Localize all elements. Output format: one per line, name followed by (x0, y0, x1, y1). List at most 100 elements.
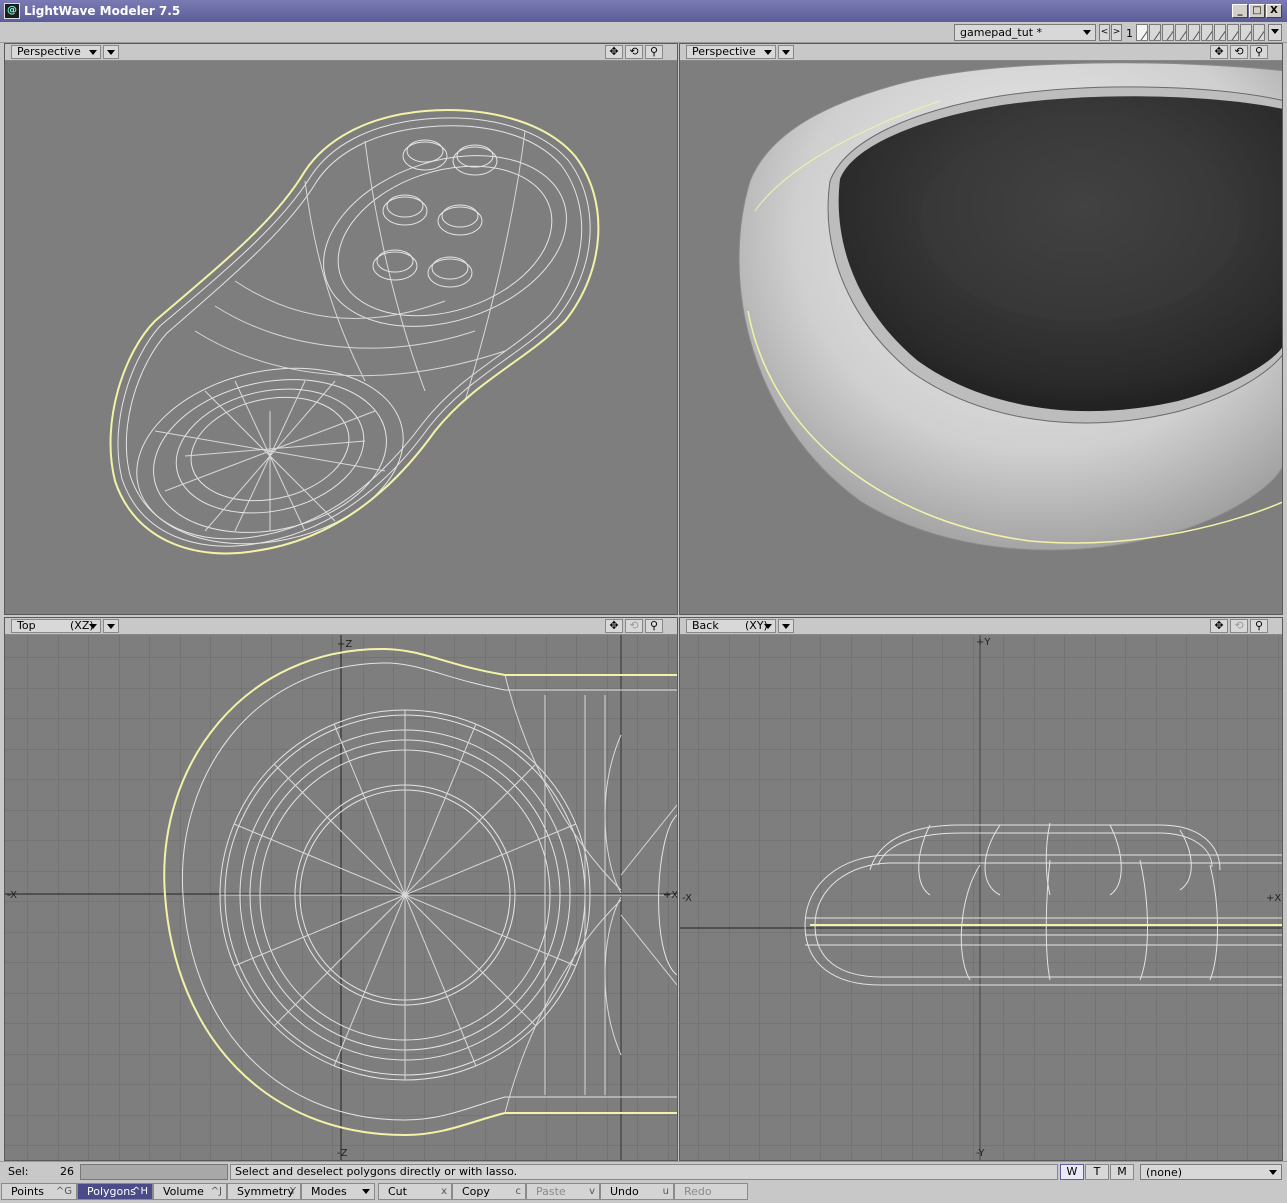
symmetry-button[interactable]: Symmetry Y (227, 1183, 301, 1200)
layer-button-5[interactable] (1188, 24, 1200, 41)
view-type-select[interactable]: Top (XZ) (11, 619, 101, 633)
layer-button-8[interactable] (1227, 24, 1239, 41)
volume-mode-button[interactable]: Volume ^J (153, 1183, 227, 1200)
status-bar: Sel: 26 Select and deselect polygons dir… (0, 1161, 1287, 1181)
move-view-icon[interactable]: ✥ (1210, 619, 1228, 633)
cut-shortcut: x (441, 1186, 447, 1197)
morph-map-button[interactable]: M (1110, 1164, 1134, 1180)
view-type-label: Top (17, 619, 36, 632)
rotate-view-icon: ⟲ (1230, 619, 1248, 633)
chevron-down-icon (764, 50, 772, 55)
polygons-mode-button[interactable]: Polygons ^H (77, 1183, 153, 1200)
view-type-label: Back (692, 619, 719, 632)
symmetry-shortcut: Y (289, 1186, 296, 1197)
chevron-down-icon (89, 50, 97, 55)
axis-label-left: -X (7, 890, 17, 901)
view-type-select[interactable]: Perspective (11, 45, 101, 59)
cut-label: Cut (388, 1185, 407, 1198)
volume-shortcut: ^J (210, 1186, 222, 1197)
redo-button[interactable]: Redo (674, 1183, 748, 1200)
object-select[interactable]: gamepad_tut * (954, 24, 1096, 41)
layer-button-10[interactable] (1253, 24, 1265, 41)
layer-button-2[interactable] (1149, 24, 1161, 41)
layer-button-4[interactable] (1175, 24, 1187, 41)
gamepad-shaded-render (738, 62, 1282, 551)
viewport-canvas[interactable]: +Z -Z -X +X (5, 635, 677, 1160)
copy-button[interactable]: Copy c (452, 1183, 526, 1200)
layer-button-3[interactable] (1162, 24, 1174, 41)
view-type-label: Perspective (17, 45, 81, 58)
chevron-down-icon (362, 1189, 370, 1194)
vertex-map-value: (none) (1146, 1166, 1183, 1179)
vertex-map-select[interactable]: (none) (1140, 1164, 1282, 1180)
maximize-button[interactable]: □ (1249, 4, 1265, 18)
viewport-canvas[interactable] (5, 61, 677, 614)
layer-button-6[interactable] (1201, 24, 1213, 41)
chevron-down-icon (107, 50, 115, 55)
view-type-select[interactable]: Perspective (686, 45, 776, 59)
viewport-top[interactable]: Top (XZ) ✥ ⟲ ⚲ +Z -Z -X +X (4, 617, 678, 1161)
undo-label: Undo (610, 1185, 639, 1198)
axis-label-top: +Y (976, 637, 991, 648)
view-type-select[interactable]: Back (XY) (686, 619, 776, 633)
axis-label-bottom: -Y (976, 1148, 985, 1159)
next-object-button[interactable]: > (1111, 24, 1122, 41)
chevron-down-icon (107, 624, 115, 629)
rotate-view-icon[interactable]: ⟲ (1230, 45, 1248, 59)
paste-shortcut: v (589, 1186, 595, 1197)
axis-label-right: +X (1266, 893, 1281, 904)
paste-label: Paste (536, 1185, 566, 1198)
zoom-view-icon[interactable]: ⚲ (645, 619, 663, 633)
move-view-icon[interactable]: ✥ (1210, 45, 1228, 59)
close-button[interactable]: X (1266, 4, 1282, 18)
viewport-canvas[interactable]: +Y -Y -X +X (680, 635, 1282, 1160)
symmetry-label: Symmetry (237, 1185, 295, 1198)
chevron-down-icon (764, 624, 772, 629)
prev-object-button[interactable]: < (1099, 24, 1110, 41)
viewport-canvas[interactable] (680, 61, 1282, 614)
minimize-button[interactable]: _ (1232, 4, 1248, 18)
help-text: Select and deselect polygons directly or… (230, 1164, 1058, 1180)
render-mode-select[interactable] (103, 619, 119, 633)
layer-number: 1 (1126, 27, 1133, 40)
layer-button-9[interactable] (1240, 24, 1252, 41)
layer-button-7[interactable] (1214, 24, 1226, 41)
move-view-icon[interactable]: ✥ (605, 619, 623, 633)
volume-label: Volume (163, 1185, 204, 1198)
weight-map-button[interactable]: W (1060, 1164, 1084, 1180)
window-title: LightWave Modeler 7.5 (24, 4, 181, 18)
viewport-header: Perspective ✥ ⟲ ⚲ (5, 44, 677, 61)
axis-label-left: -X (682, 893, 692, 904)
selection-count: 26 (60, 1165, 74, 1178)
viewport-perspective-wireframe[interactable]: Perspective ✥ ⟲ ⚲ (4, 43, 678, 615)
layer-menu-button[interactable] (1268, 24, 1282, 41)
render-mode-select[interactable] (103, 45, 119, 59)
paste-button[interactable]: Paste v (526, 1183, 600, 1200)
render-mode-select[interactable] (778, 619, 794, 633)
zoom-view-icon[interactable]: ⚲ (645, 45, 663, 59)
chevron-down-icon (1269, 1170, 1277, 1175)
zoom-view-icon[interactable]: ⚲ (1250, 619, 1268, 633)
view-type-label: Perspective (692, 45, 756, 58)
polygons-shortcut: ^H (132, 1186, 148, 1197)
rotate-view-icon[interactable]: ⟲ (625, 45, 643, 59)
axis-label-top: +Z (337, 639, 352, 650)
chevron-down-icon (1083, 30, 1091, 35)
polygons-label: Polygons (87, 1185, 136, 1198)
layer-button-1[interactable] (1136, 24, 1148, 41)
viewport-header: Perspective ✥ ⟲ ⚲ (680, 44, 1282, 61)
viewport-perspective-shaded[interactable]: Perspective ✥ ⟲ ⚲ (679, 43, 1283, 615)
render-mode-select[interactable] (778, 45, 794, 59)
points-label: Points (11, 1185, 45, 1198)
cut-button[interactable]: Cut x (378, 1183, 452, 1200)
texture-map-button[interactable]: T (1085, 1164, 1109, 1180)
undo-button[interactable]: Undo u (600, 1183, 674, 1200)
viewport-back[interactable]: Back (XY) ✥ ⟲ ⚲ +Y -Y -X +X (679, 617, 1283, 1161)
copy-label: Copy (462, 1185, 490, 1198)
points-mode-button[interactable]: Points ^G (1, 1183, 77, 1200)
copy-shortcut: c (515, 1186, 522, 1197)
move-view-icon[interactable]: ✥ (605, 45, 623, 59)
modes-dropdown[interactable]: Modes (301, 1183, 375, 1200)
gamepad-wireframe-top: +Z -Z -X +X (5, 635, 677, 1160)
zoom-view-icon[interactable]: ⚲ (1250, 45, 1268, 59)
